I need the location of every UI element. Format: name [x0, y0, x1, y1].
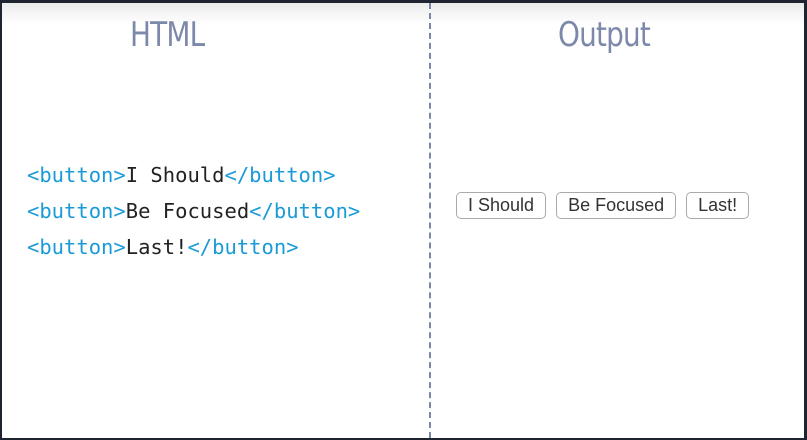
- output-buttons: I Should Be Focused Last!: [456, 192, 750, 219]
- code-block: <button>I Should</button> <button>Be Foc…: [27, 157, 360, 265]
- close-tag: </button>: [224, 163, 336, 187]
- open-tag: <button>: [27, 199, 126, 223]
- code-text: I Should: [125, 163, 225, 187]
- code-text: Last!: [125, 235, 188, 259]
- html-heading: HTML: [130, 15, 205, 55]
- code-line: <button>Last!</button>: [27, 229, 360, 265]
- be-focused-button[interactable]: Be Focused: [556, 192, 677, 219]
- slide-frame: HTML Output <button>I Should</button> <b…: [2, 3, 804, 438]
- last-button[interactable]: Last!: [686, 192, 750, 219]
- code-text: Be Focused: [125, 199, 250, 223]
- code-line: <button>Be Focused</button>: [27, 193, 360, 229]
- code-line: <button>I Should</button>: [27, 157, 360, 193]
- i-should-button[interactable]: I Should: [456, 192, 547, 219]
- output-heading: Output: [558, 15, 651, 55]
- close-tag: </button>: [249, 199, 361, 223]
- close-tag: </button>: [187, 235, 299, 259]
- open-tag: <button>: [27, 163, 126, 187]
- dashed-divider: [429, 3, 431, 438]
- open-tag: <button>: [27, 235, 126, 259]
